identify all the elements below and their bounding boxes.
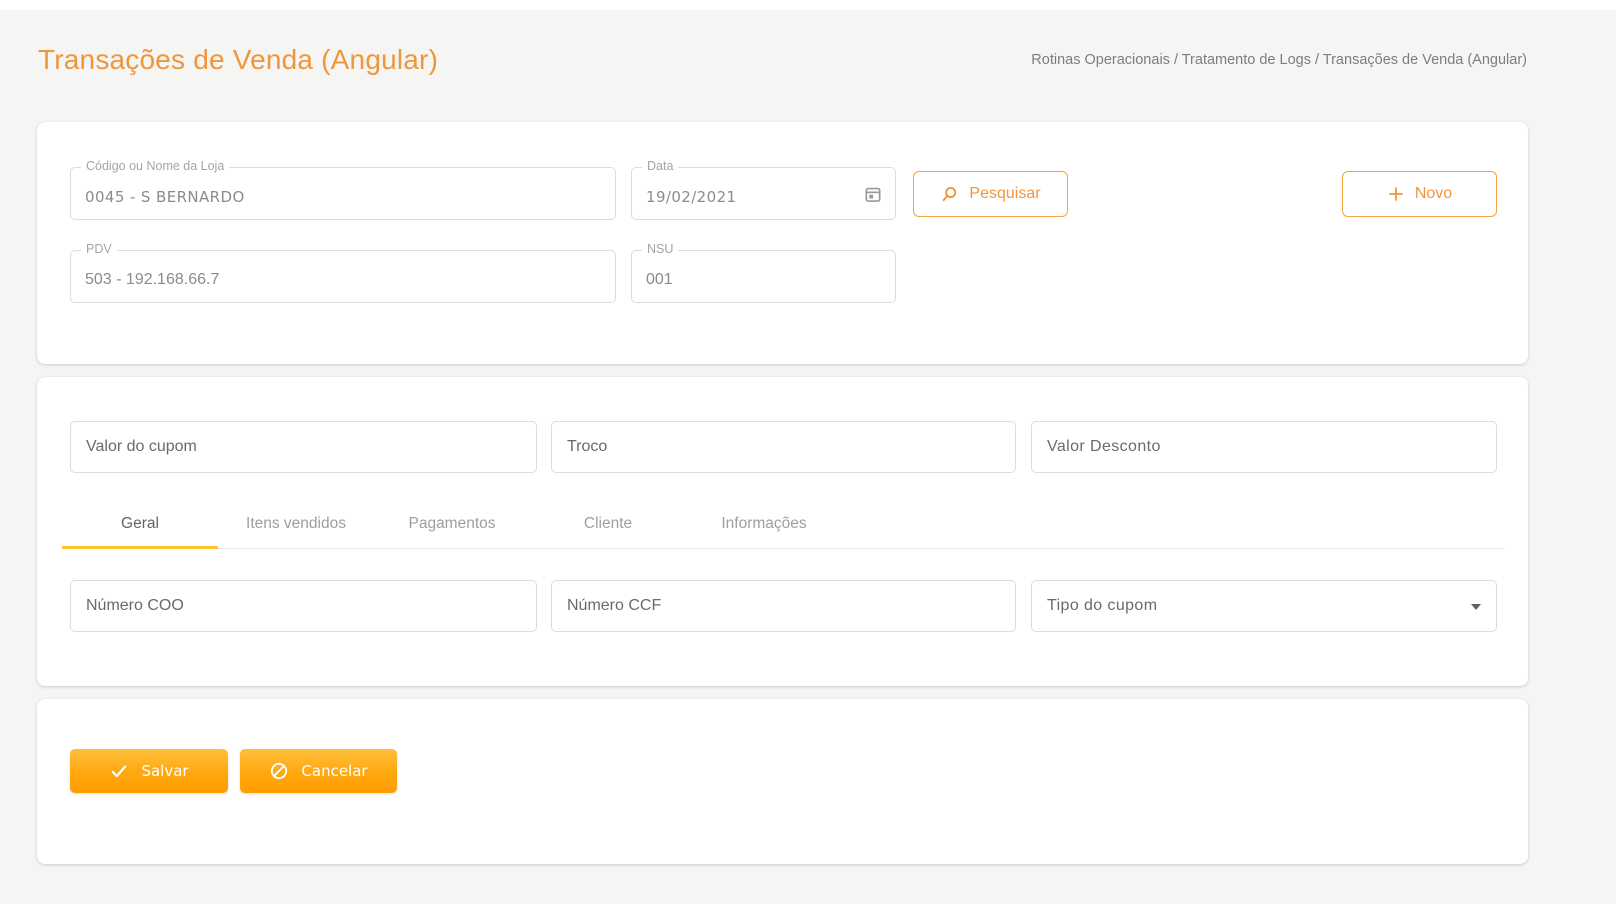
tab-itens-vendidos[interactable]: Itens vendidos (218, 499, 374, 548)
top-strip (0, 0, 1616, 10)
date-field-label: Data (642, 159, 679, 173)
nsu-input[interactable] (632, 251, 895, 302)
store-input[interactable] (71, 168, 615, 219)
check-icon (109, 761, 129, 781)
change-input[interactable] (552, 422, 1015, 472)
breadcrumb[interactable]: Rotinas Operacionais / Tratamento de Log… (1031, 52, 1527, 68)
tab-informacoes[interactable]: Informações (686, 499, 842, 548)
nsu-field-label: NSU (642, 242, 679, 256)
search-button-label: Pesquisar (969, 185, 1041, 202)
tab-geral[interactable]: Geral (62, 499, 218, 549)
save-button[interactable]: Salvar (70, 749, 228, 793)
coupon-type-input[interactable] (1032, 581, 1496, 631)
plus-icon (1387, 185, 1405, 203)
save-button-label: Salvar (141, 762, 189, 780)
pdv-field: PDV (70, 242, 616, 303)
pdv-field-label: PDV (81, 242, 117, 256)
block-icon (269, 761, 289, 781)
details-card: Geral Itens vendidos Pagamentos Cliente … (37, 377, 1528, 686)
date-field: Data (631, 159, 896, 220)
date-input[interactable] (632, 168, 895, 219)
discount-value-input[interactable] (1032, 422, 1496, 472)
page-title: Transações de Venda (Angular) (38, 44, 439, 75)
tab-pagamentos[interactable]: Pagamentos (374, 499, 530, 548)
tab-bar: Geral Itens vendidos Pagamentos Cliente … (62, 499, 1505, 549)
discount-value-field (1031, 421, 1497, 473)
coupon-type-select[interactable] (1031, 580, 1497, 632)
coo-number-field (70, 580, 537, 632)
calendar-icon[interactable] (861, 182, 885, 206)
page-header: Transações de Venda (Angular) Rotinas Op… (37, 44, 1528, 76)
actions-card: Salvar Cancelar (37, 699, 1528, 864)
nsu-field: NSU (631, 242, 896, 303)
coo-number-input[interactable] (71, 581, 536, 631)
coupon-value-input[interactable] (71, 422, 536, 472)
ccf-number-field (551, 580, 1016, 632)
coupon-value-field (70, 421, 537, 473)
page-container: Transações de Venda (Angular) Rotinas Op… (37, 44, 1528, 864)
store-field-label: Código ou Nome da Loja (81, 159, 230, 173)
cancel-button-label: Cancelar (301, 762, 368, 780)
new-button[interactable]: Novo (1342, 171, 1497, 217)
ccf-number-input[interactable] (552, 581, 1015, 631)
store-field: Código ou Nome da Loja (70, 159, 616, 220)
change-field (551, 421, 1016, 473)
new-button-label: Novo (1414, 185, 1453, 202)
search-button[interactable]: Pesquisar (913, 171, 1068, 217)
tab-cliente[interactable]: Cliente (530, 499, 686, 548)
search-card: Código ou Nome da Loja Data (37, 122, 1528, 364)
pdv-input[interactable] (71, 251, 615, 302)
search-icon (940, 185, 959, 204)
cancel-button[interactable]: Cancelar (240, 749, 397, 793)
